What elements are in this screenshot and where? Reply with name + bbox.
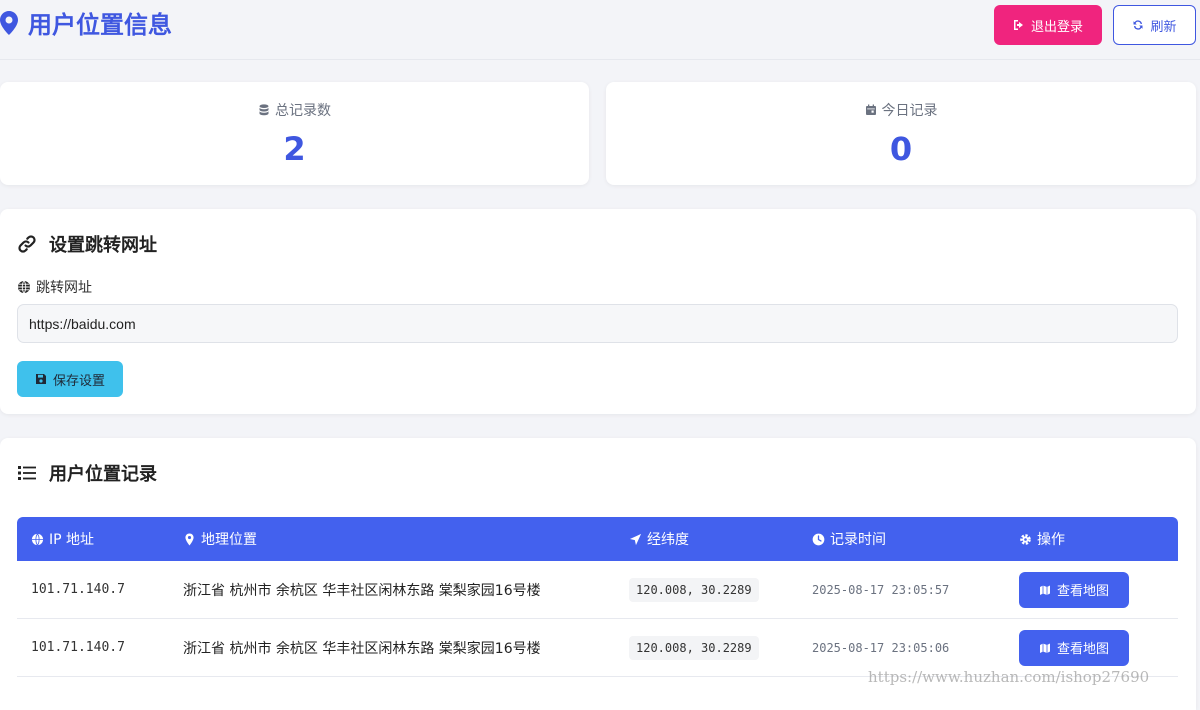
redirect-url-input[interactable] xyxy=(17,304,1178,343)
column-header-time: 记录时间 xyxy=(807,529,1019,549)
refresh-button[interactable]: 刷新 xyxy=(1113,5,1196,45)
cell-coords: 120.008, 30.2289 xyxy=(629,577,759,602)
cell-location: 浙江省 杭州市 余杭区 华丰社区闲林东路 棠梨家园16号楼 xyxy=(183,640,541,657)
total-records-label-text: 总记录数 xyxy=(275,103,331,119)
clock-icon xyxy=(812,533,825,545)
records-table: IP 地址 地理位置 经纬度 记录时间 操作 101.71.140.7 浙江省 … xyxy=(17,517,1178,677)
globe-icon xyxy=(31,533,44,545)
map-marker-icon xyxy=(0,10,18,35)
column-header-coords: 经纬度 xyxy=(617,529,807,549)
today-records-card: 今日记录 0 xyxy=(606,82,1196,185)
page-title: 用户位置信息 xyxy=(0,5,172,40)
column-header-action: 操作 xyxy=(1019,529,1178,549)
sign-out-icon xyxy=(1013,20,1023,30)
view-map-button[interactable]: 查看地图 xyxy=(1019,629,1129,666)
redirect-url-label-text: 跳转网址 xyxy=(36,280,92,296)
cell-ip: 101.71.140.7 xyxy=(31,640,125,655)
logout-button[interactable]: 退出登录 xyxy=(994,5,1102,45)
save-icon xyxy=(35,374,46,384)
redirect-settings-card: 设置跳转网址 跳转网址 保存设置 xyxy=(0,209,1196,414)
column-header-action-label: 操作 xyxy=(1037,532,1065,548)
cell-time: 2025-08-17 23:05:57 xyxy=(812,582,950,597)
gear-icon xyxy=(1020,533,1031,545)
column-header-ip: IP 地址 xyxy=(17,529,168,549)
refresh-icon xyxy=(1133,20,1143,30)
total-records-label: 总记录数 xyxy=(0,100,589,120)
settings-section-title: 设置跳转网址 xyxy=(17,231,157,257)
cell-ip: 101.71.140.7 xyxy=(31,582,125,597)
column-header-coords-label: 经纬度 xyxy=(647,532,689,548)
map-marker-icon xyxy=(185,532,194,546)
settings-section-title-text: 设置跳转网址 xyxy=(49,235,157,256)
save-settings-button[interactable]: 保存设置 xyxy=(17,361,123,397)
calendar-icon xyxy=(865,104,876,115)
cell-coords: 120.008, 30.2289 xyxy=(629,635,759,660)
view-map-button-label: 查看地图 xyxy=(1056,583,1109,598)
column-header-location-label: 地理位置 xyxy=(201,532,257,548)
cell-location: 浙江省 杭州市 余杭区 华丰社区闲林东路 棠梨家园16号楼 xyxy=(183,582,541,599)
list-icon xyxy=(18,466,36,480)
logout-button-label: 退出登录 xyxy=(1030,18,1083,34)
view-map-button[interactable]: 查看地图 xyxy=(1019,571,1129,608)
page-header: 用户位置信息 退出登录 刷新 xyxy=(0,0,1200,60)
total-records-value: 2 xyxy=(283,130,306,168)
page-title-text: 用户位置信息 xyxy=(28,11,172,39)
records-section-title-text: 用户位置记录 xyxy=(49,464,157,485)
refresh-button-label: 刷新 xyxy=(1150,18,1177,34)
column-header-ip-label: IP 地址 xyxy=(49,532,95,548)
map-icon xyxy=(1039,585,1050,595)
map-icon xyxy=(1039,643,1050,653)
globe-icon xyxy=(18,280,30,294)
column-header-time-label: 记录时间 xyxy=(830,532,886,548)
today-records-label: 今日记录 xyxy=(606,100,1196,120)
column-header-location: 地理位置 xyxy=(168,529,617,549)
redirect-url-label: 跳转网址 xyxy=(17,277,92,297)
today-records-label-text: 今日记录 xyxy=(881,103,938,119)
today-records-value: 0 xyxy=(889,130,913,168)
records-section-title: 用户位置记录 xyxy=(17,460,157,486)
cell-time: 2025-08-17 23:05:06 xyxy=(812,640,950,655)
total-records-card: 总记录数 2 xyxy=(0,82,589,185)
location-arrow-icon xyxy=(629,533,642,545)
watermark: https://www.huzhan.com/ishop27690 xyxy=(868,668,1150,686)
table-header: IP 地址 地理位置 经纬度 记录时间 操作 xyxy=(17,517,1178,561)
table-row: 101.71.140.7 浙江省 杭州市 余杭区 华丰社区闲林东路 棠梨家园16… xyxy=(17,561,1178,619)
link-icon xyxy=(18,235,36,253)
view-map-button-label: 查看地图 xyxy=(1056,641,1109,656)
database-icon xyxy=(259,104,269,116)
save-settings-label: 保存设置 xyxy=(52,372,105,388)
